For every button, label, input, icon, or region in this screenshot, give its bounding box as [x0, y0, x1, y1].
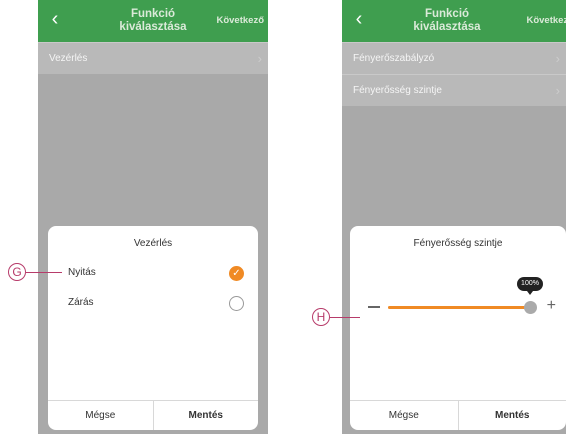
chevron-left-icon: ‹ [355, 8, 363, 30]
page-title: Funkció kiválasztása [98, 8, 208, 34]
list-item-label: Vezérlés [49, 53, 88, 64]
function-list: Vezérlés › [38, 42, 268, 74]
callout-line-g [26, 272, 62, 273]
bottom-sheet-brightness: Fényerősség szintje 100% + Mégse Mentés [350, 226, 566, 430]
page-title-line2: kiválasztása [413, 21, 481, 33]
option-close[interactable]: Zárás [48, 288, 258, 318]
minus-icon[interactable] [368, 306, 380, 308]
option-label: Nyitás [68, 267, 96, 278]
brightness-slider[interactable]: 100% [388, 277, 543, 314]
list-item-label: Fényerőszabályzó [353, 53, 435, 64]
back-button[interactable]: ‹ [348, 8, 370, 30]
bottom-sheet-control: Vezérlés Nyitás ✓ Zárás Mégse Mentés [48, 226, 258, 430]
header-bar: ‹ Funkció kiválasztása Következő [342, 0, 566, 42]
slider-value-tooltip: 100% [517, 277, 543, 295]
chevron-left-icon: ‹ [51, 8, 59, 30]
callout-line-h [330, 317, 360, 318]
radio-checked-icon[interactable]: ✓ [229, 266, 244, 281]
page-title-line1: Funkció [130, 8, 176, 20]
sheet-footer: Mégse Mentés [350, 400, 566, 430]
callout-h: H [312, 308, 330, 326]
page-title: Funkció kiválasztása [392, 8, 502, 34]
sheet-title: Vezérlés [133, 238, 173, 249]
option-open[interactable]: Nyitás ✓ [48, 258, 258, 288]
list-item-dimmer[interactable]: Fényerőszabályzó › [342, 42, 566, 74]
sheet-title: Fényerősség szintje [413, 238, 503, 249]
chevron-right-icon: › [555, 83, 560, 98]
option-label: Zárás [68, 297, 94, 308]
cancel-button[interactable]: Mégse [48, 401, 153, 430]
radio-unchecked-icon[interactable] [229, 296, 244, 311]
list-item-brightness-level[interactable]: Fényerősség szintje › [342, 74, 566, 106]
header-bar: ‹ Funkció kiválasztása Következő [38, 0, 268, 42]
list-item-control[interactable]: Vezérlés › [38, 42, 268, 74]
page-title-line2: kiválasztása [119, 21, 187, 33]
list-item-label: Fényerősség szintje [353, 85, 442, 96]
save-button[interactable]: Mentés [457, 401, 566, 430]
save-button[interactable]: Mentés [152, 401, 259, 430]
sheet-footer: Mégse Mentés [48, 400, 258, 430]
phone-screen-brightness: ‹ Funkció kiválasztása Következő Fényerő… [342, 0, 566, 434]
function-list: Fényerőszabályzó › Fényerősség szintje › [342, 42, 566, 106]
back-button[interactable]: ‹ [44, 8, 66, 30]
plus-icon[interactable]: + [547, 298, 556, 314]
chevron-right-icon: › [257, 51, 262, 66]
phone-screen-control: ‹ Funkció kiválasztása Következő Vezérlé… [38, 0, 268, 434]
callout-g: G [8, 263, 26, 281]
chevron-right-icon: › [555, 51, 560, 66]
slider-thumb[interactable] [524, 301, 537, 314]
cancel-button[interactable]: Mégse [350, 401, 458, 430]
next-button[interactable]: Következő [526, 15, 566, 26]
page-title-line1: Funkció [424, 8, 470, 20]
slider-fill [388, 306, 530, 309]
next-button[interactable]: Következő [216, 15, 264, 26]
